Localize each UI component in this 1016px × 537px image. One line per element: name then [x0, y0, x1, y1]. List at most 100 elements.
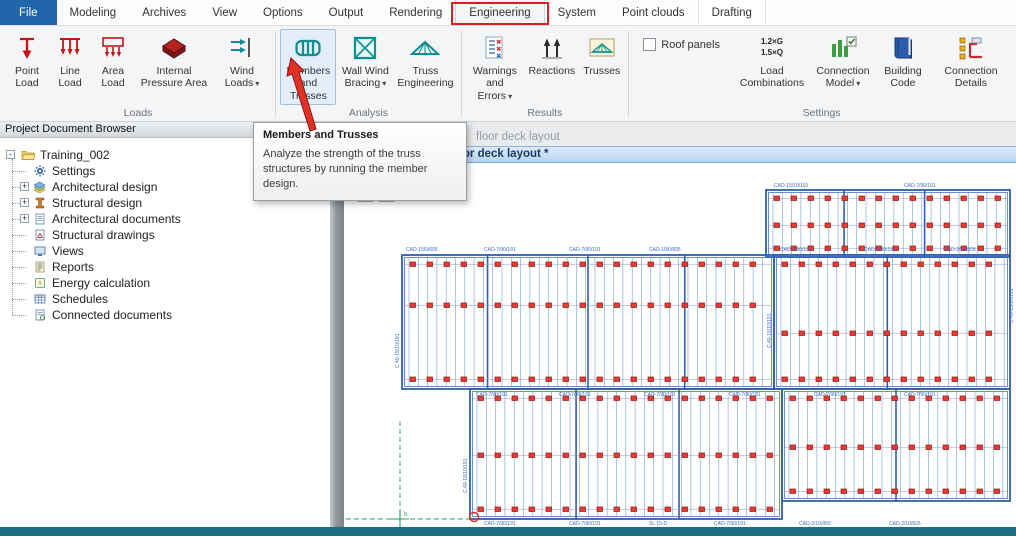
- line-load-button[interactable]: Line Load: [49, 29, 91, 101]
- connection-model-button[interactable]: Connection Model▾: [812, 29, 874, 101]
- svg-text:SL 15-D: SL 15-D: [649, 521, 668, 527]
- tree-item-connected-documents[interactable]: Connected documents: [0, 307, 330, 323]
- svg-text:CAD-2/10/605: CAD-2/10/605: [944, 247, 976, 253]
- members-and-trusses-icon: [294, 33, 322, 63]
- expand-toggle[interactable]: +: [20, 214, 29, 223]
- svg-text:CAD-15/0/605: CAD-15/0/605: [406, 247, 438, 253]
- layers-icon: [32, 181, 47, 194]
- roof-panels-checkbox[interactable]: Roof panels: [643, 38, 720, 51]
- svg-text:CAD-7/90/191: CAD-7/90/191: [729, 392, 761, 398]
- svg-text:CAD-7/90/191: CAD-7/90/191: [780, 247, 812, 253]
- tree-item-views[interactable]: Views: [0, 243, 330, 259]
- tree-item-structural-drawings[interactable]: Structural drawings: [0, 227, 330, 243]
- button-label: Point Load: [15, 65, 39, 89]
- monitor-icon: [32, 245, 47, 258]
- load-combinations-button[interactable]: 1.2×G1.5×Q Load Combinations: [733, 29, 811, 101]
- status-bar: [0, 527, 1016, 536]
- svg-text:CAD-7/90/191: CAD-7/90/191: [714, 521, 746, 527]
- document-icon: [32, 213, 47, 226]
- warnings-and-errors-button[interactable]: Warnings and Errors▾: [467, 29, 523, 105]
- tab-view[interactable]: View: [199, 0, 250, 25]
- collapse-toggle[interactable]: -: [6, 150, 15, 159]
- connection-details-button[interactable]: Connection Details: [932, 29, 1010, 101]
- tab-archives[interactable]: Archives: [129, 0, 199, 25]
- truss-engineering-button[interactable]: Truss Engineering: [394, 29, 456, 101]
- wall-wind-bracing-icon: [352, 33, 378, 63]
- building-code-button[interactable]: Building Code: [875, 29, 931, 101]
- tab-rendering[interactable]: Rendering: [376, 0, 455, 25]
- dropdown-arrow-icon: ▾: [255, 79, 259, 88]
- point-load-button[interactable]: Point Load: [6, 29, 48, 101]
- checkbox-label: Roof panels: [661, 39, 720, 51]
- internal-pressure-area-icon: [160, 33, 188, 63]
- tab-engineering[interactable]: Engineering: [455, 0, 544, 25]
- ribbon-group-results: Warnings and Errors▾ Reactions Trusses R…: [463, 27, 627, 121]
- svg-text:CAD-7/90/191: CAD-7/90/191: [484, 521, 516, 527]
- tree-item-schedules[interactable]: Schedules: [0, 291, 330, 307]
- dropdown-arrow-icon: ▾: [856, 79, 860, 88]
- button-label: Reactions: [528, 65, 575, 77]
- reactions-button[interactable]: Reactions: [524, 29, 580, 101]
- wind-loads-button[interactable]: Wind Loads▾: [214, 29, 270, 101]
- ribbon-tab-bar: File Modeling Archives View Options Outp…: [0, 0, 1016, 26]
- wall-wind-bracing-button[interactable]: Wall Wind Bracing▾: [337, 29, 393, 101]
- trusses-button[interactable]: Trusses: [581, 29, 623, 101]
- tree-item-reports[interactable]: Reports: [0, 259, 330, 275]
- line-load-icon: [57, 33, 83, 63]
- button-label: Internal Pressure Area: [141, 65, 208, 89]
- energy-icon: [32, 277, 47, 290]
- button-label: Members and Trusses: [287, 65, 331, 102]
- tree-item-label: Views: [52, 243, 84, 259]
- button-label: Line Load: [58, 65, 81, 89]
- tree-item-energy-calculation[interactable]: Energy calculation: [0, 275, 330, 291]
- tab-output[interactable]: Output: [316, 0, 377, 25]
- svg-text:CAD-2/10/605: CAD-2/10/605: [889, 521, 921, 527]
- tab-file[interactable]: File: [0, 0, 57, 25]
- svg-text:CAD-7/90/191: CAD-7/90/191: [644, 392, 676, 398]
- table-icon: [32, 293, 47, 306]
- button-label: Building Code: [884, 65, 921, 89]
- tree-item-label: Energy calculation: [52, 275, 150, 291]
- drawing-canvas[interactable]: CAD-15/0/605 CAD-7/90/191 CAD-7/90/191 CAD-…: [344, 163, 1016, 527]
- group-label-results: Results: [463, 106, 627, 121]
- members-and-trusses-button[interactable]: Members and Trusses: [280, 29, 336, 105]
- tree-item-architectural-documents[interactable]: + Architectural documents: [0, 211, 330, 227]
- members-and-trusses-tooltip: Members and Trusses Analyze the strength…: [253, 122, 467, 201]
- tooltip-title: Members and Trusses: [263, 129, 457, 141]
- expand-toggle[interactable]: +: [20, 182, 29, 191]
- trusses-icon: [588, 33, 616, 63]
- tooltip-body: Analyze the strength of the truss struct…: [263, 147, 457, 192]
- button-label: Connection Details: [944, 65, 997, 89]
- button-label: Trusses: [583, 65, 620, 77]
- tree-item-label: Training_002: [40, 147, 110, 163]
- report-icon: [32, 261, 47, 274]
- svg-text:CAD-7/90/191: CAD-7/90/191: [559, 392, 591, 398]
- connection-details-icon: [957, 33, 985, 63]
- area-load-icon: [100, 33, 126, 63]
- tab-point-clouds[interactable]: Point clouds: [609, 0, 698, 25]
- tab-drafting[interactable]: Drafting: [698, 0, 766, 25]
- svg-text:CAD-7/90/191: CAD-7/90/191: [569, 521, 601, 527]
- floor-plan-drawing[interactable]: CAD-15/0/605 CAD-7/90/191 CAD-7/90/191 CAD-…: [344, 163, 1016, 527]
- tree-item-label: Reports: [52, 259, 94, 275]
- tab-system[interactable]: System: [545, 0, 609, 25]
- svg-text:CAD-7/90/191: CAD-7/90/191: [904, 183, 936, 189]
- svg-text:C.40-15/10/191: C.40-15/10/191: [463, 458, 469, 493]
- area-load-button[interactable]: Area Load: [92, 29, 134, 101]
- button-label: Truss Engineering: [397, 65, 453, 89]
- tree-item-label: Connected documents: [52, 307, 172, 323]
- tab-modeling[interactable]: Modeling: [57, 0, 130, 25]
- application-window: File Modeling Archives View Options Outp…: [0, 0, 1016, 537]
- group-label-loads: Loads: [2, 106, 274, 121]
- point-load-icon: [14, 33, 40, 63]
- inactive-title-text: floor deck layout: [476, 131, 560, 143]
- tab-options[interactable]: Options: [250, 0, 316, 25]
- folder-icon: [20, 149, 35, 162]
- checkbox-box-icon: [643, 38, 656, 51]
- ribbon: Point Load Line Load Area Load: [0, 26, 1016, 122]
- svg-text:CAD-15/10/191: CAD-15/10/191: [774, 183, 809, 189]
- gear-icon: [32, 165, 47, 178]
- ribbon-group-loads: Point Load Line Load Area Load: [2, 27, 274, 121]
- expand-toggle[interactable]: +: [20, 198, 29, 207]
- internal-pressure-area-button[interactable]: Internal Pressure Area: [135, 29, 213, 101]
